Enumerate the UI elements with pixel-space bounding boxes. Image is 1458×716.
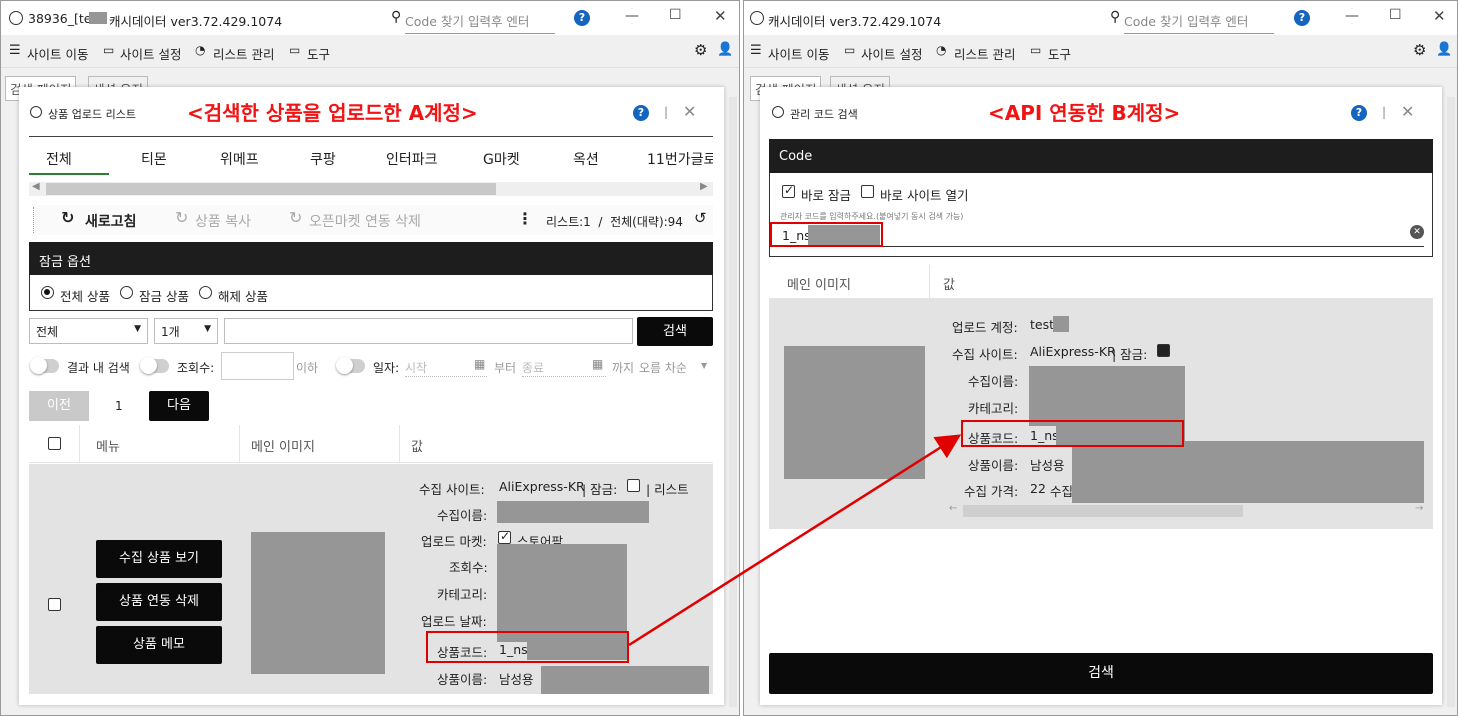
annotation-arrow (628, 434, 962, 647)
